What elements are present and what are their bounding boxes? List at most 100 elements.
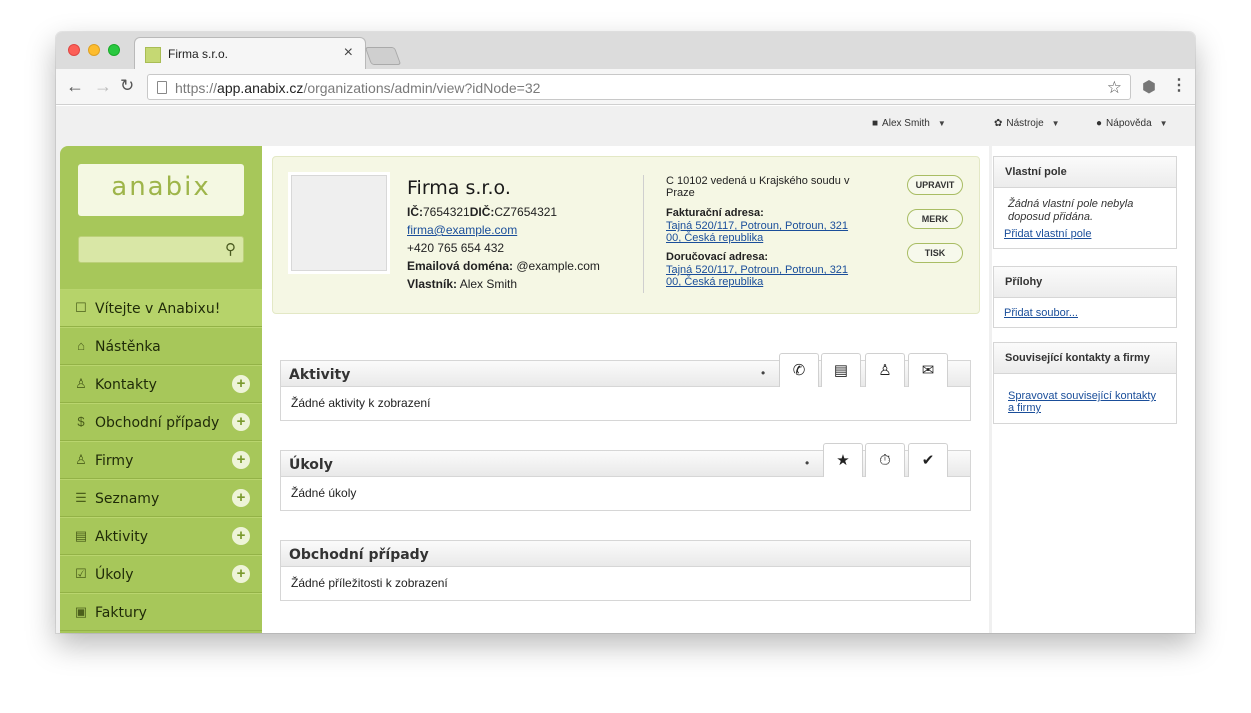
list-icon: ☰ [75, 490, 87, 505]
clipboard-icon: ▤ [833, 362, 849, 379]
tasks-empty-message: Žádné úkoly [291, 486, 357, 500]
panel-title: Úkoly [289, 457, 333, 473]
forward-arrow-icon[interactable]: → [94, 76, 112, 97]
organization-avatar[interactable] [291, 175, 387, 271]
dot-icon: • [761, 366, 766, 380]
panel-title: Aktivity [289, 367, 351, 383]
dropdown-arrow-icon: ▼ [1159, 119, 1168, 128]
tools-menu[interactable]: ✿ Nástroje ▼ [994, 118, 1060, 129]
address-bar[interactable]: https://app.anabix.cz/organizations/admi… [147, 74, 1131, 100]
add-custom-field-link[interactable]: Přidat vlastní pole [994, 224, 1176, 248]
tab-bar: Firma s.r.o. × [56, 32, 1195, 69]
log-call-tab[interactable]: ✆ [779, 353, 819, 387]
log-meeting-tab[interactable]: ♙ [865, 353, 905, 387]
add-contact-button[interactable]: + [232, 375, 250, 393]
sidebar-search-input[interactable]: ⚲ [78, 236, 244, 263]
timer-task-tab[interactable]: ⏱ [865, 443, 905, 477]
stopwatch-icon: ⏱ [879, 452, 891, 469]
new-tab-button[interactable] [364, 47, 402, 65]
browser-toolbar: ← → ↻ https://app.anabix.cz/organization… [56, 69, 1195, 105]
registration-info: C 10102 vedená u Krajského soudu v Praze [666, 175, 850, 199]
sidebar-item-companies[interactable]: ♙ Firmy + [60, 441, 262, 479]
favicon-icon [145, 47, 161, 63]
reload-icon[interactable]: ↻ [120, 76, 134, 96]
tab-title: Firma s.r.o. [168, 47, 229, 61]
organization-card: Firma s.r.o. IČ:7654321DIČ:CZ7654321 fir… [272, 156, 980, 314]
star-icon: ★ [836, 452, 850, 469]
sidebar-item-tasks[interactable]: ☑ Úkoly + [60, 555, 262, 593]
add-file-link[interactable]: Přidat soubor... [994, 298, 1176, 327]
panel-title: Obchodní případy [289, 547, 429, 563]
log-note-tab[interactable]: ▤ [821, 353, 861, 387]
checkmark-icon: ✔ [921, 452, 935, 469]
sidebar-item-dashboard[interactable]: ⌂ Nástěnka [60, 327, 262, 365]
url-text: https://app.anabix.cz/organizations/admi… [175, 80, 541, 96]
print-button[interactable]: TISK [907, 243, 963, 263]
important-task-tab[interactable]: ★ [823, 443, 863, 477]
organization-ids: IČ:7654321DIČ:CZ7654321 [407, 205, 558, 219]
add-company-button[interactable]: + [232, 451, 250, 469]
delivery-address-label: Doručovací adresa: [666, 251, 769, 263]
right-column: Vlastní pole Žádná vlastní pole nebyla d… [992, 146, 1195, 633]
completed-task-tab[interactable]: ✔ [908, 443, 948, 477]
extension-icon[interactable]: ⬢ [1142, 77, 1156, 97]
manage-related-link[interactable]: Spravovat související kontakty a firmy [994, 374, 1176, 423]
activities-panel: Aktivity • ✆ ▤ ♙ ✉ Žádné aktivity k zobr… [280, 353, 971, 421]
help-menu[interactable]: ● Nápověda ▼ [1096, 118, 1168, 129]
minimize-window-button[interactable] [88, 44, 100, 56]
help-icon: ● [1096, 118, 1103, 129]
sidebar-item-lists[interactable]: ☰ Seznamy + [60, 479, 262, 517]
custom-fields-title: Vlastní pole [994, 157, 1176, 188]
billing-address-label: Fakturační adresa: [666, 207, 764, 219]
invoice-icon: ▣ [74, 604, 88, 619]
user-icon: ■ [872, 118, 879, 129]
search-icon[interactable]: ⚲ [225, 240, 236, 258]
page-icon [157, 81, 167, 94]
browser-menu-icon[interactable]: ⋮ [1171, 75, 1187, 95]
deals-empty-message: Žádné příležitosti k zobrazení [291, 576, 448, 590]
bookmark-star-icon[interactable]: ☆ [1107, 78, 1122, 98]
top-navigation: ■ Alex Smith ▼ ✿ Nástroje ▼ ● Nápověda ▼ [56, 106, 1195, 144]
log-email-tab[interactable]: ✉ [908, 353, 948, 387]
add-task-button[interactable]: + [232, 565, 250, 583]
add-activity-button[interactable]: + [232, 527, 250, 545]
activities-empty-message: Žádné aktivity k zobrazení [291, 396, 431, 410]
dropdown-arrow-icon: ▼ [1051, 119, 1060, 128]
merk-button[interactable]: MERK [907, 209, 963, 229]
tab-close-icon[interactable]: × [344, 44, 353, 62]
add-deal-button[interactable]: + [232, 413, 250, 431]
dropdown-arrow-icon: ▼ [937, 119, 946, 128]
related-box: Související kontakty a firmy Spravovat s… [993, 342, 1177, 424]
organization-name: Firma s.r.o. [407, 177, 511, 199]
phone-icon: ✆ [792, 362, 806, 379]
sidebar-item-welcome[interactable]: ☐ Vítejte v Anabixu! [60, 289, 262, 327]
maximize-window-button[interactable] [108, 44, 120, 56]
sidebar-item-deals[interactable]: $ Obchodní případy + [60, 403, 262, 441]
group-icon: ♙ [75, 452, 87, 467]
billing-address-link[interactable]: Tajná 520/117, Potroun, Potroun, 321 00,… [666, 220, 866, 244]
edit-button[interactable]: UPRAVIT [907, 175, 963, 195]
close-window-button[interactable] [68, 44, 80, 56]
deals-panel: Obchodní případy Žádné příležitosti k zo… [280, 540, 971, 601]
delivery-address-link[interactable]: Tajná 520/117, Potroun, Potroun, 321 00,… [666, 264, 866, 288]
sidebar-item-label: Vítejte v Anabixu! [95, 301, 221, 317]
sidebar-item-label: Úkoly [95, 567, 134, 583]
home-icon: ⌂ [77, 338, 85, 353]
add-list-button[interactable]: + [232, 489, 250, 507]
sidebar-item-contacts[interactable]: ♙ Kontakty + [60, 365, 262, 403]
related-title: Související kontakty a firmy [994, 343, 1176, 374]
sidebar-item-activities[interactable]: ▤ Aktivity + [60, 517, 262, 555]
chat-icon: ☐ [75, 300, 87, 315]
browser-tab[interactable]: Firma s.r.o. × [134, 37, 366, 69]
sidebar-item-label: Aktivity [95, 529, 149, 545]
back-arrow-icon[interactable]: ← [66, 76, 84, 97]
browser-window: Firma s.r.o. × ← → ↻ https://app.anabix.… [56, 32, 1195, 633]
sidebar-item-label: Faktury [95, 605, 147, 621]
sidebar-item-label: Firmy [95, 453, 134, 469]
organization-email-link[interactable]: firma@example.com [407, 223, 517, 237]
logo[interactable]: anabix [78, 164, 244, 216]
sidebar-item-invoices[interactable]: ▣ Faktury [60, 593, 262, 631]
user-menu[interactable]: ■ Alex Smith ▼ [872, 118, 946, 129]
person-icon: ♙ [75, 376, 87, 391]
organization-domain: Emailová doména: @example.com [407, 259, 600, 273]
